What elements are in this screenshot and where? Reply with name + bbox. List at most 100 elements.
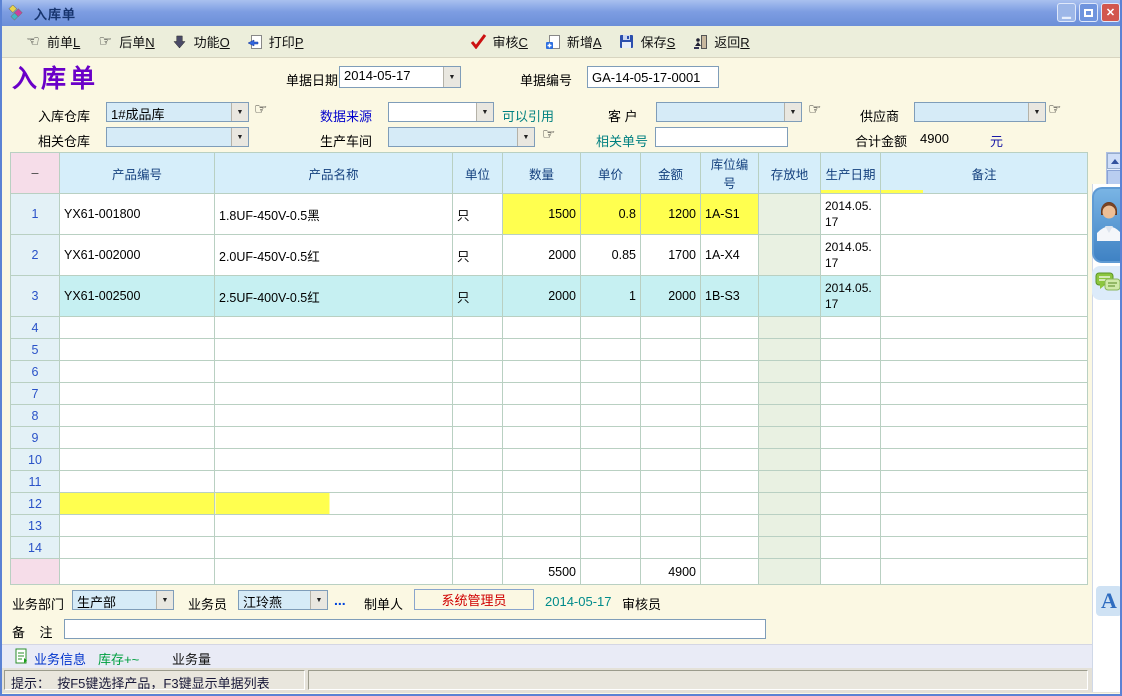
chevron-down-icon[interactable]	[517, 128, 534, 146]
cell-remark[interactable]	[881, 515, 1088, 537]
cell-remark[interactable]	[881, 449, 1088, 471]
cell-amount[interactable]: 1200	[641, 194, 701, 235]
cell-proddate[interactable]	[821, 361, 881, 383]
cell-name[interactable]	[215, 537, 453, 559]
cell-unit[interactable]: 只	[453, 194, 503, 235]
cell-remark[interactable]	[881, 493, 1088, 515]
cell-storage[interactable]	[759, 276, 821, 317]
cell-qty[interactable]	[503, 339, 581, 361]
cell-unit[interactable]	[453, 383, 503, 405]
cell-price[interactable]	[581, 537, 641, 559]
cell-qty[interactable]: 2000	[503, 276, 581, 317]
cell-remark[interactable]	[881, 317, 1088, 339]
cell-rownum[interactable]: 13	[11, 515, 60, 537]
cell-price[interactable]	[581, 427, 641, 449]
cell-remark[interactable]	[881, 383, 1088, 405]
cell-storage[interactable]	[759, 383, 821, 405]
cell-remark[interactable]	[881, 339, 1088, 361]
related-doc-no-input[interactable]	[655, 127, 788, 147]
cell-amount[interactable]	[641, 383, 701, 405]
tab-business-info[interactable]: 业务信息	[34, 649, 86, 668]
cell-rownum[interactable]: 14	[11, 537, 60, 559]
toolbar-button-prev[interactable]: ☜前单L	[24, 32, 80, 51]
cell-unit[interactable]	[453, 471, 503, 493]
clerk-select[interactable]: 江玲燕	[238, 590, 328, 610]
cell-storage[interactable]	[759, 471, 821, 493]
cell-name[interactable]	[215, 317, 453, 339]
cell-qty[interactable]: 2000	[503, 235, 581, 276]
cell-qty[interactable]	[503, 537, 581, 559]
toolbar-button-new[interactable]: 新增A	[544, 32, 602, 51]
cell-qty[interactable]	[503, 405, 581, 427]
chevron-down-icon[interactable]	[1028, 103, 1045, 121]
cell-qty[interactable]	[503, 515, 581, 537]
cell-remark[interactable]	[881, 405, 1088, 427]
cell-price[interactable]	[581, 471, 641, 493]
warehouse-in-select[interactable]: 1#成品库	[106, 102, 249, 122]
cell-code[interactable]	[60, 361, 215, 383]
chevron-down-icon[interactable]	[443, 67, 460, 87]
cell-code[interactable]	[60, 339, 215, 361]
cell-remark[interactable]	[881, 194, 1088, 235]
cell-amount[interactable]	[641, 405, 701, 427]
cell-remark[interactable]	[881, 276, 1088, 317]
cell-amount[interactable]	[641, 361, 701, 383]
supplier-picker-hand-icon[interactable]	[1048, 102, 1061, 117]
cell-code[interactable]	[60, 317, 215, 339]
cell-location[interactable]: 1B-S3	[701, 276, 759, 317]
cell-storage[interactable]	[759, 405, 821, 427]
cell-proddate[interactable]: 2014.05.17	[821, 276, 881, 317]
cell-rownum[interactable]: 10	[11, 449, 60, 471]
cell-proddate[interactable]	[821, 383, 881, 405]
cell-location[interactable]	[701, 317, 759, 339]
cell-unit[interactable]: 只	[453, 276, 503, 317]
cell-name[interactable]	[215, 383, 453, 405]
cell-rownum[interactable]: 1	[11, 194, 60, 235]
clerk-more-button[interactable]: ...	[334, 592, 346, 608]
cell-storage[interactable]	[759, 515, 821, 537]
scroll-up-icon[interactable]	[1107, 153, 1122, 169]
cell-code[interactable]	[60, 449, 215, 471]
cell-amount[interactable]	[641, 515, 701, 537]
cell-name[interactable]	[215, 515, 453, 537]
cell-proddate[interactable]	[821, 449, 881, 471]
doc-date-select[interactable]: 2014-05-17	[339, 66, 461, 88]
cell-unit[interactable]: 只	[453, 235, 503, 276]
cell-code[interactable]	[60, 405, 215, 427]
cell-qty[interactable]	[503, 427, 581, 449]
cell-rownum[interactable]: 5	[11, 339, 60, 361]
data-source-select[interactable]	[388, 102, 494, 122]
cell-remark[interactable]	[881, 235, 1088, 276]
cell-location[interactable]	[701, 361, 759, 383]
cell-name[interactable]: 1.8UF-450V-0.5黑	[215, 194, 453, 235]
cell-price[interactable]: 1	[581, 276, 641, 317]
cell-proddate[interactable]	[821, 471, 881, 493]
cell-unit[interactable]	[453, 493, 503, 515]
cell-remark[interactable]	[881, 427, 1088, 449]
cell-location[interactable]	[701, 493, 759, 515]
cell-qty[interactable]	[503, 449, 581, 471]
cell-rownum[interactable]: 7	[11, 383, 60, 405]
cell-code[interactable]	[60, 427, 215, 449]
cell-proddate[interactable]	[821, 427, 881, 449]
cell-remark[interactable]	[881, 361, 1088, 383]
toolbar-button-audit[interactable]: 审核C	[469, 32, 527, 51]
cell-location[interactable]	[701, 383, 759, 405]
cell-location[interactable]: 1A-S1	[701, 194, 759, 235]
cell-storage[interactable]	[759, 339, 821, 361]
customer-select[interactable]	[656, 102, 802, 122]
cell-rownum[interactable]: 8	[11, 405, 60, 427]
cell-price[interactable]	[581, 383, 641, 405]
toolbar-button-functions[interactable]: 功能O	[171, 32, 230, 51]
cell-storage[interactable]	[759, 427, 821, 449]
cell-remark[interactable]	[881, 471, 1088, 493]
cell-name[interactable]: 2.5UF-400V-0.5红	[215, 276, 453, 317]
chevron-down-icon[interactable]	[784, 103, 801, 121]
close-button[interactable]: ✕	[1101, 3, 1120, 22]
cell-price[interactable]	[581, 405, 641, 427]
cell-qty[interactable]	[503, 317, 581, 339]
workshop-select[interactable]	[388, 127, 535, 147]
cell-price[interactable]	[581, 449, 641, 471]
cell-unit[interactable]	[453, 405, 503, 427]
chevron-down-icon[interactable]	[310, 591, 327, 609]
